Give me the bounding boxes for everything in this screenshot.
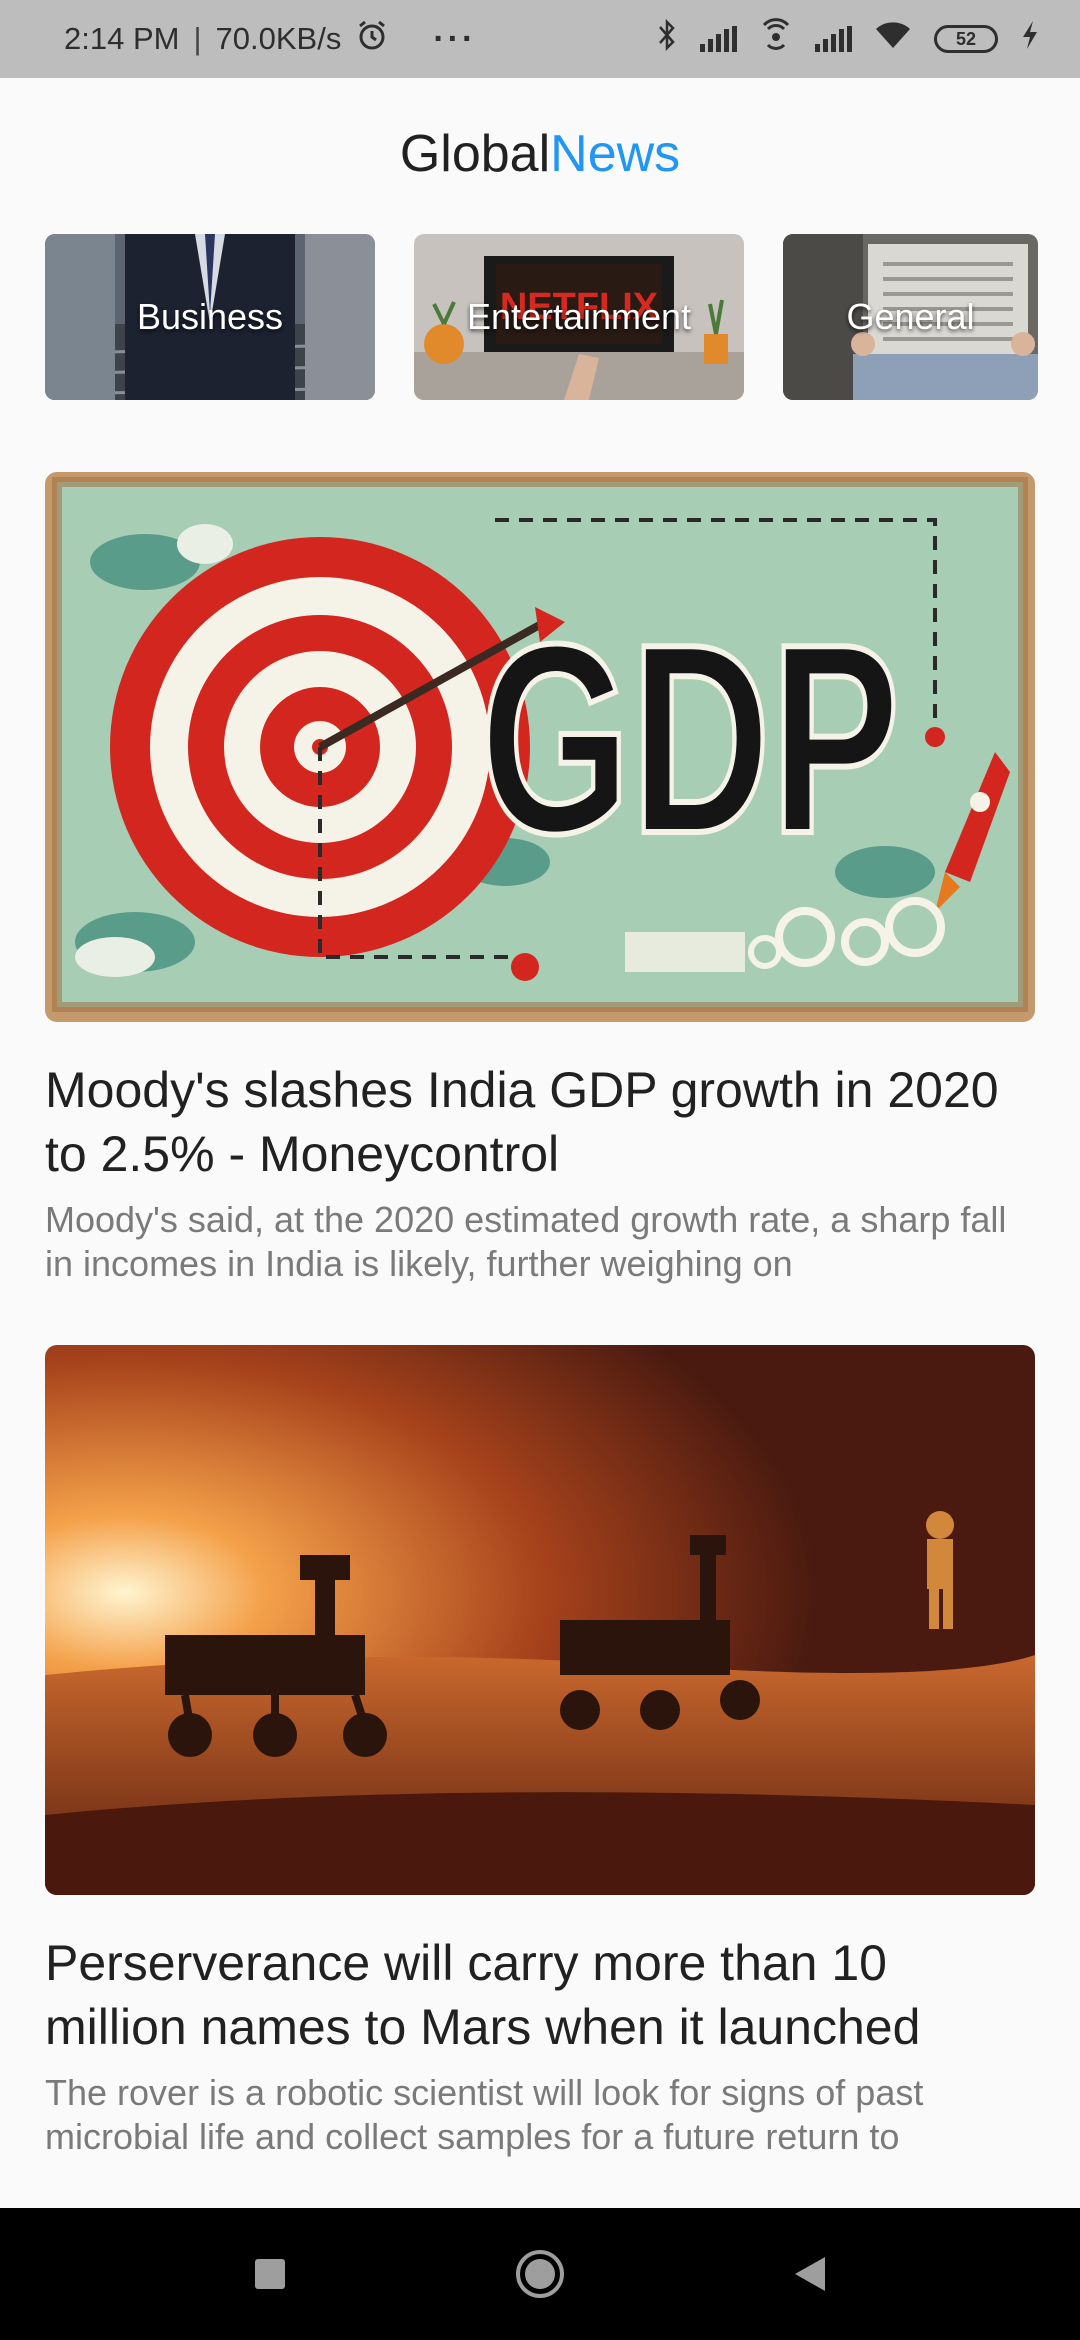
article-image[interactable]: GDP	[45, 472, 1035, 1022]
alarm-icon	[355, 18, 389, 60]
wifi-icon	[874, 19, 912, 59]
article-description: The rover is a robotic scientist will lo…	[45, 2072, 924, 2157]
article-description: Moody's said, at the 2020 estimated grow…	[45, 1199, 1007, 1284]
article-card[interactable]: GDP Moody's slashes India GDP growth in …	[45, 472, 1035, 1286]
app-title-news: News	[550, 125, 681, 183]
article-title[interactable]: Moody's slashes India GDP growth in 2020…	[45, 1058, 1035, 1186]
signal-icon	[700, 26, 737, 52]
battery-icon: 52	[934, 25, 998, 53]
recents-icon[interactable]	[240, 2244, 300, 2304]
battery-level: 52	[955, 28, 977, 49]
network-speed: 70.0KB/s	[215, 21, 342, 56]
more-notifications-icon: ···	[433, 19, 477, 58]
app-title: GlobalNews	[0, 124, 1080, 184]
category-card-entertainment[interactable]: NETFLIX Entertainment	[414, 234, 744, 400]
hotspot-icon	[759, 18, 793, 60]
category-card-general[interactable]: General	[783, 234, 1038, 400]
back-icon[interactable]	[780, 2244, 840, 2304]
article-image[interactable]	[45, 1345, 1035, 1895]
gdp-target-illustration: GDP	[45, 472, 1035, 1022]
navigation-bar	[0, 2208, 1080, 2340]
bluetooth-icon	[656, 18, 678, 60]
gdp-image-text: GDP	[480, 589, 900, 890]
charging-icon	[1020, 19, 1040, 59]
home-icon[interactable]	[510, 2244, 570, 2304]
article-card[interactable]: Perserverance will carry more than 10 mi…	[45, 1345, 1035, 2159]
category-list[interactable]: Business NETFLIX Entertainment General	[45, 234, 1080, 400]
category-label: General	[846, 296, 975, 337]
category-card-business[interactable]: Business	[45, 234, 375, 400]
status-bar: 2:14 PM | 70.0KB/s ··· 52	[0, 0, 1080, 78]
category-label: Business	[136, 296, 284, 337]
mars-rover-illustration	[45, 1345, 1035, 1895]
article-title[interactable]: Perserverance will carry more than 10 mi…	[45, 1931, 1035, 2059]
status-separator: |	[193, 21, 202, 56]
category-label: Entertainment	[466, 296, 692, 337]
app-title-global: Global	[399, 125, 551, 183]
status-time: 2:14 PM	[64, 21, 180, 56]
signal-icon	[815, 26, 852, 52]
